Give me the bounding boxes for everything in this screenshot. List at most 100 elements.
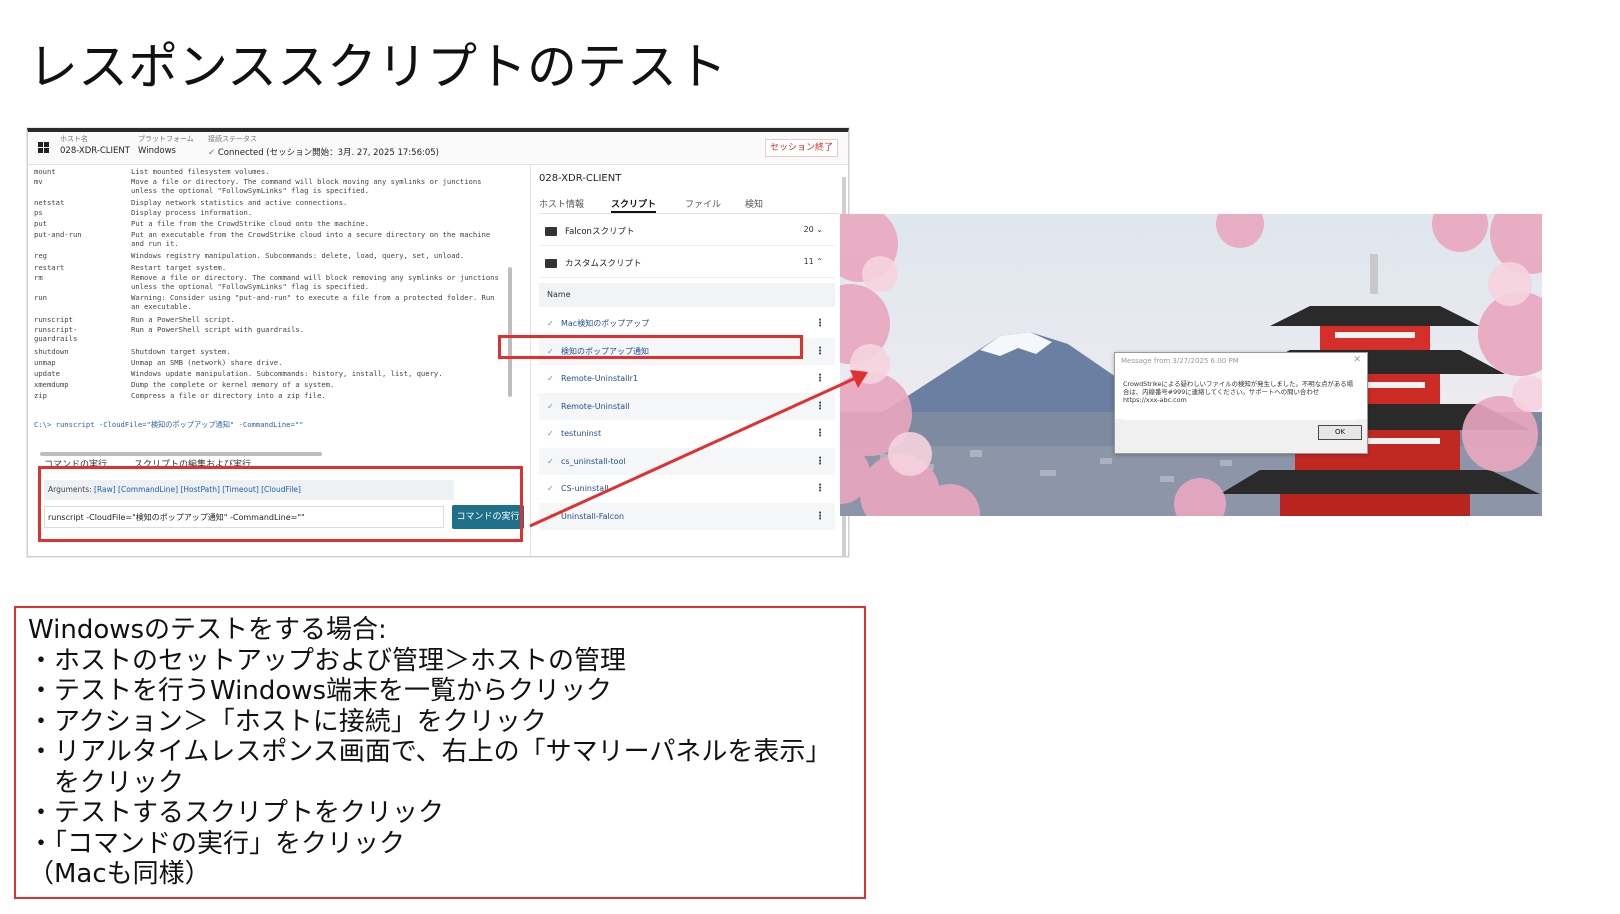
command-highlight-box (38, 466, 523, 542)
script-name: cs_uninstall-tool (561, 456, 626, 466)
more-options-icon[interactable]: ⋮ (815, 503, 825, 530)
script-status-icon: ✓ (547, 401, 554, 411)
tab-detections[interactable]: 検知 (745, 197, 763, 210)
script-name: Uninstall-Falcon (561, 511, 625, 521)
folder-count: 20 ⌄ (803, 225, 823, 234)
more-options-icon[interactable]: ⋮ (815, 420, 825, 447)
script-row[interactable]: ✓ testuninst ⋮ (539, 420, 835, 447)
command-description: Windows update manipulation. Subcommands… (131, 369, 443, 378)
command-name: put-and-run (34, 230, 82, 239)
popup-dialog: Message from 3/27/2025 6:00 PM ✕ CrowdSt… (1114, 352, 1368, 454)
summary-title: 028-XDR-CLIENT (539, 173, 622, 184)
script-status-icon: ✓ (547, 319, 554, 328)
script-row[interactable]: ✓ Remote-Uninstall ⋮ (539, 392, 835, 420)
host-value: 028-XDR-CLIENT (60, 146, 130, 156)
folder-count: 11 ⌃ (803, 257, 823, 266)
terminal-scrollbar[interactable] (508, 267, 512, 397)
script-status-icon: ✓ (547, 429, 554, 438)
end-session-button[interactable]: セッション終了 (764, 139, 838, 157)
folder-custom-scripts[interactable]: カスタムスクリプト 11 ⌃ (539, 249, 835, 278)
instruction-line: ・テストを行うWindows端末を一覧からクリック (28, 676, 613, 706)
command-description: Warning: Consider using "put-and-run" to… (131, 293, 495, 311)
command-description: Windows registry manipulation. Subcomman… (131, 251, 465, 260)
script-name: Mac検知のポップアップ (561, 319, 650, 328)
summary-tabs: ホスト情報 スクリプト ファイル 検知 (539, 197, 839, 214)
command-description: Display network statistics and active co… (131, 198, 348, 207)
instruction-line: ・「コマンドの実行」をクリック (28, 828, 406, 859)
rtr-screenshot: ホスト名 028-XDR-CLIENT プラットフォーム Windows 接続ス… (27, 128, 849, 557)
command-name: shutdown (34, 347, 69, 356)
more-options-icon[interactable]: ⋮ (815, 338, 825, 365)
command-description: Put a file from the CrowdStrike cloud on… (131, 219, 369, 228)
script-status-icon: ✓ (547, 484, 554, 493)
status-label: 接続ステータス (208, 135, 257, 143)
command-name: zip (34, 391, 47, 400)
tab-host-info[interactable]: ホスト情報 (539, 197, 584, 210)
script-highlight-box (498, 335, 803, 359)
more-options-icon[interactable]: ⋮ (815, 448, 825, 475)
check-icon: ✓ (208, 148, 216, 158)
command-name: unmap (34, 358, 56, 367)
host-label: ホスト名 (60, 135, 88, 143)
terminal-prompt: C:\> runscript -CloudFile="検知のポップアップ通知" … (34, 420, 304, 429)
instructions-box: Windowsのテストをする場合: ・ホストのセットアップおよび管理＞ホストの管理… (14, 606, 866, 899)
script-row[interactable]: ✓ Mac検知のポップアップ ⋮ (539, 310, 835, 337)
command-name: xmemdump (34, 380, 69, 389)
status-text: Connected (セッション開始：3月. 27, 2025 17:56:05… (217, 148, 439, 158)
tab-files[interactable]: ファイル (685, 197, 721, 210)
folder-falcon-scripts[interactable]: Falconスクリプト 20 ⌄ (539, 217, 835, 246)
script-name: CS-uninstall (561, 484, 609, 493)
command-name: run (34, 293, 47, 302)
command-name: mount (34, 167, 56, 176)
status-value: ✓ Connected (セッション開始：3月. 27, 2025 17:56:… (208, 146, 439, 158)
instruction-line: ・アクション＞「ホストに接続」をクリック (28, 706, 547, 737)
command-description: Put an executable from the CrowdStrike c… (131, 230, 491, 248)
instruction-line: （Macも同様） (28, 859, 211, 889)
platform-value: Windows (138, 146, 176, 156)
script-name: testuninst (561, 429, 602, 438)
summary-panel: 028-XDR-CLIENT ホスト情報 スクリプト ファイル 検知 Falco… (530, 165, 848, 556)
folder-icon (545, 227, 557, 236)
command-description: Compress a file or directory into a zip … (131, 391, 326, 400)
name-column-header[interactable]: Name (539, 283, 835, 307)
folder-icon (545, 259, 557, 268)
command-description: Restart target system. (131, 263, 227, 272)
command-description: Display process information. (131, 208, 253, 217)
command-name: put (34, 219, 47, 228)
terminal-hscrollbar[interactable] (40, 452, 322, 456)
close-icon[interactable]: ✕ (1353, 355, 1361, 365)
script-status-icon: ✓ (547, 511, 554, 521)
platform-label: プラットフォーム (138, 135, 194, 143)
script-row[interactable]: ✓ CS-uninstall ⋮ (539, 475, 835, 502)
command-description: Run a PowerShell script. (131, 315, 235, 324)
dialog-title: Message from 3/27/2025 6:00 PM (1121, 357, 1239, 365)
command-name: restart (34, 263, 65, 272)
command-description: Move a file or directory. The command wi… (131, 177, 482, 195)
folder-label: Falconスクリプト (565, 227, 635, 237)
tab-scripts[interactable]: スクリプト (611, 197, 657, 213)
script-row[interactable]: ✓ cs_uninstall-tool ⋮ (539, 447, 835, 475)
command-name: reg (34, 251, 47, 260)
script-row[interactable]: ✓ Remote-Uninstallr1 ⋮ (539, 365, 835, 392)
more-options-icon[interactable]: ⋮ (815, 310, 825, 337)
ok-button[interactable]: OK (1318, 425, 1362, 440)
command-name: rm (34, 273, 43, 282)
command-description: Shutdown target system. (131, 347, 231, 356)
command-description: Dump the complete or kernel memory of a … (131, 380, 335, 389)
command-name: runscript-guardrails (34, 325, 78, 343)
script-status-icon: ✓ (547, 374, 554, 383)
script-name: Remote-Uninstall (561, 401, 630, 411)
command-name: mv (34, 177, 43, 186)
more-options-icon[interactable]: ⋮ (815, 475, 825, 502)
terminal-output: mount List mounted filesystem volumes. mv M… (28, 165, 518, 443)
instruction-line: ・ホストのセットアップおよび管理＞ホストの管理 (28, 645, 627, 676)
command-name: runscript (34, 315, 73, 324)
command-description: Run a PowerShell script with guardrails. (131, 325, 305, 334)
script-row[interactable]: ✓ Uninstall-Falcon ⋮ (539, 502, 835, 530)
more-options-icon[interactable]: ⋮ (815, 365, 825, 392)
instruction-line: ・テストするスクリプトをクリック (28, 798, 445, 828)
more-options-icon[interactable]: ⋮ (815, 393, 825, 420)
script-status-icon: ✓ (547, 456, 554, 466)
script-name: Remote-Uninstallr1 (561, 374, 639, 383)
command-description: Unmap an SMB (network) share drive. (131, 358, 283, 367)
